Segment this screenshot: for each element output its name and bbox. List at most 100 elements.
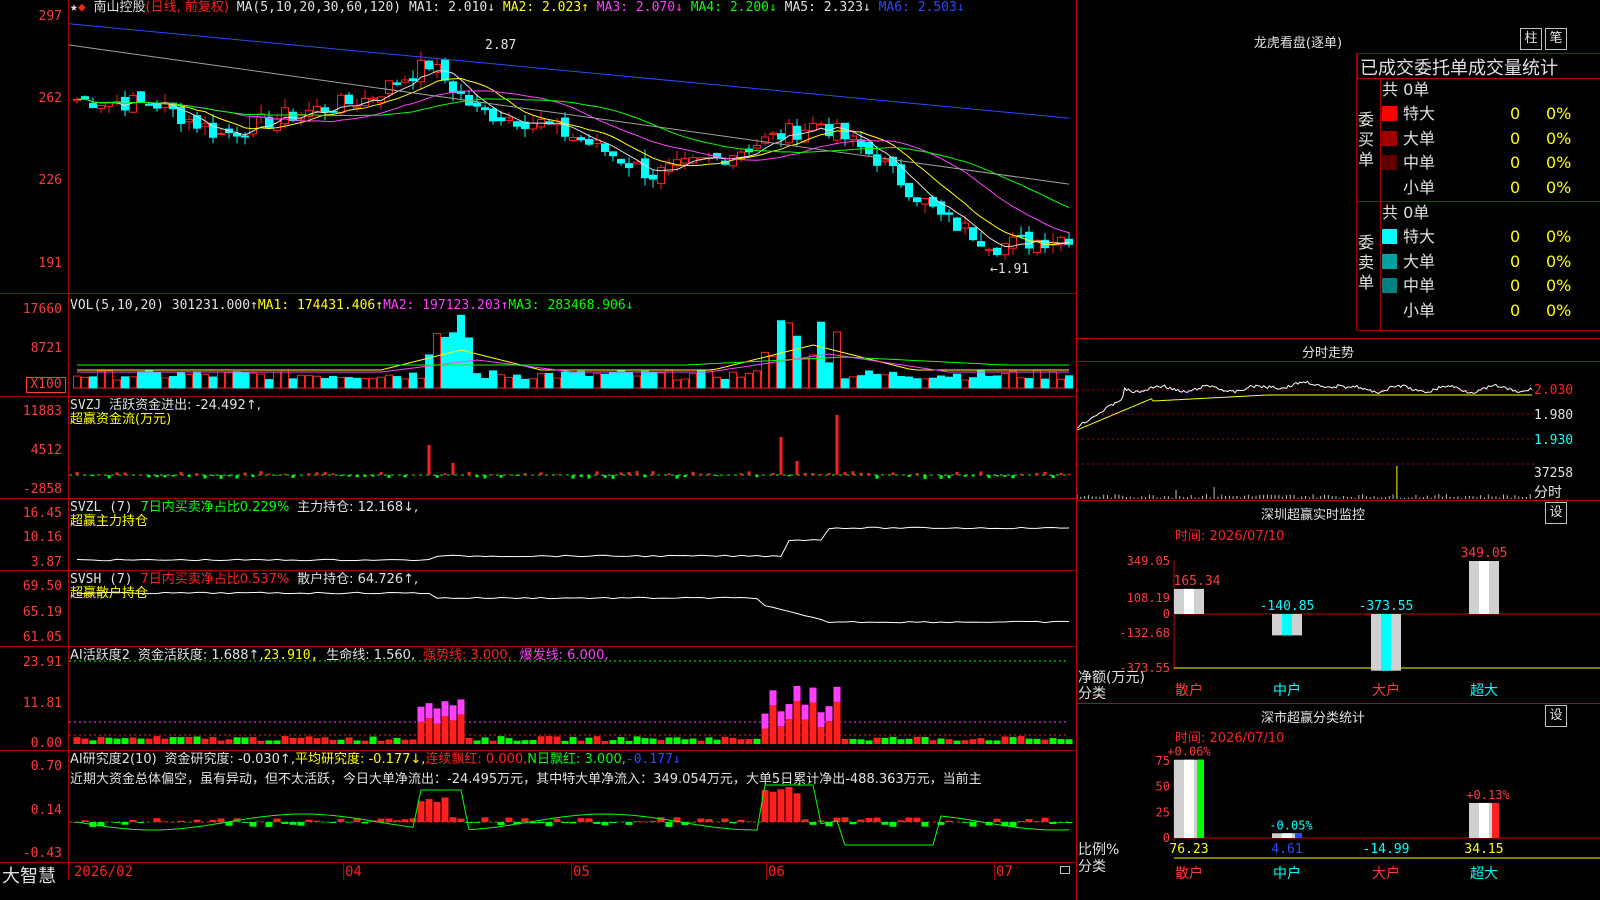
research-bar bbox=[257, 821, 265, 822]
x-axis-label: 07 bbox=[996, 864, 1013, 880]
activity-bar bbox=[945, 739, 953, 744]
favorite-star-icon[interactable]: ★ bbox=[70, 0, 78, 15]
volume-bar bbox=[569, 372, 577, 389]
activity-peak bbox=[769, 690, 777, 706]
lock-icon[interactable] bbox=[1060, 866, 1070, 874]
volume-bar bbox=[329, 375, 337, 389]
separator bbox=[1077, 338, 1600, 339]
x-axis-label: 05 bbox=[573, 864, 590, 880]
activity-bar bbox=[369, 736, 377, 744]
research-bar bbox=[385, 818, 393, 822]
volume-bar bbox=[905, 376, 913, 389]
flow-bar bbox=[891, 472, 895, 475]
volume-bar bbox=[665, 369, 673, 389]
candle bbox=[881, 159, 889, 163]
candle bbox=[345, 94, 353, 105]
color-swatch bbox=[1382, 179, 1397, 195]
activity-bar bbox=[545, 736, 553, 744]
flow-bar bbox=[1051, 475, 1055, 478]
activity-peak bbox=[785, 704, 793, 720]
sell-side-label: 委卖单 bbox=[1358, 233, 1375, 292]
candle bbox=[321, 107, 329, 113]
price-panel-header: ★◆ 南山控股(日线, 前复权) MA(5,10,20,30,60,120) M… bbox=[70, 0, 965, 16]
flow-bar bbox=[155, 475, 159, 478]
candle bbox=[201, 123, 209, 127]
candle bbox=[337, 94, 345, 113]
activity-bar bbox=[513, 740, 521, 744]
activity-bar bbox=[641, 738, 649, 744]
bar-mode-button[interactable]: 柱 bbox=[1520, 28, 1542, 50]
activity-bar bbox=[745, 739, 753, 744]
candle bbox=[441, 59, 449, 81]
candle bbox=[977, 241, 985, 247]
kline-chart[interactable] bbox=[69, 0, 1075, 862]
svzj-tick: -2858 bbox=[22, 482, 62, 497]
ma1-value: MA1: 2.010↓ bbox=[408, 0, 496, 15]
flow-bar bbox=[987, 475, 991, 479]
volume-bar bbox=[249, 372, 257, 389]
volume-bar bbox=[265, 379, 273, 389]
research-bar bbox=[585, 818, 593, 822]
flow-bar bbox=[691, 471, 695, 475]
svsh-tick: 65.19 bbox=[22, 605, 62, 620]
volume-bar bbox=[545, 372, 553, 389]
stats-border bbox=[1356, 330, 1600, 331]
activity-bar bbox=[609, 740, 617, 744]
volume-bar bbox=[97, 370, 105, 389]
svsh-label[interactable]: SVSH (7) bbox=[70, 572, 133, 587]
activity-bar bbox=[73, 737, 81, 744]
monitor-bar-highlight bbox=[1479, 561, 1489, 614]
chart-mode[interactable]: (日线, 前复权) bbox=[146, 0, 229, 15]
research-bar bbox=[993, 818, 1001, 822]
flow-bar bbox=[995, 475, 999, 477]
flow-bar bbox=[75, 471, 79, 475]
retail-holding-line bbox=[76, 591, 1070, 624]
activity-bar bbox=[793, 700, 801, 744]
monitor-bar-highlight bbox=[1381, 614, 1391, 671]
class-category: 超大 bbox=[1470, 866, 1498, 882]
vol-unit: X100 bbox=[26, 377, 66, 393]
activity-bar bbox=[425, 718, 433, 744]
buy-row-3: 小单 0 0% bbox=[1382, 176, 1600, 200]
monitor-y-tick: 108.19 bbox=[1127, 591, 1170, 605]
stock-name[interactable]: 南山控股 bbox=[93, 0, 145, 15]
flow-bar bbox=[115, 472, 119, 475]
tick-mode-button[interactable]: 笔 bbox=[1545, 28, 1567, 50]
minute-chart[interactable] bbox=[1077, 362, 1534, 499]
activity-bar bbox=[137, 738, 145, 744]
volume-bar bbox=[449, 332, 457, 389]
activity-bar bbox=[801, 719, 809, 744]
ma-params[interactable]: MA(5,10,20,30,60,120) bbox=[237, 0, 401, 15]
research-bar bbox=[801, 819, 809, 822]
research-bar bbox=[497, 822, 505, 826]
vol-label[interactable]: VOL(5,10,20) bbox=[70, 298, 164, 313]
class-settings-button[interactable]: 设 bbox=[1545, 705, 1567, 727]
ai-active-label[interactable]: AI活跃度2 bbox=[70, 648, 130, 663]
flow-bar bbox=[211, 475, 215, 477]
activity-bar bbox=[1057, 739, 1065, 744]
vol-ma3-line bbox=[77, 356, 1069, 366]
activity-bar bbox=[673, 737, 681, 744]
ai-research-label[interactable]: AI研究度2(10) bbox=[70, 752, 157, 767]
activity-bar bbox=[313, 738, 321, 744]
ma2-value: MA2: 2.023↑ bbox=[502, 0, 589, 15]
svzl-label[interactable]: SVZL (7) bbox=[70, 500, 133, 515]
flow-bar bbox=[851, 471, 855, 475]
flow-bar bbox=[187, 475, 191, 477]
monitor-settings-button[interactable]: 设 bbox=[1545, 502, 1567, 524]
svzl-tick: 16.45 bbox=[22, 506, 62, 521]
candle bbox=[145, 103, 153, 106]
volume-bar bbox=[809, 354, 817, 389]
activity-bar bbox=[753, 738, 761, 744]
ai-active-tick: 11.81 bbox=[22, 696, 62, 711]
class-value-label: 34.15 bbox=[1464, 842, 1503, 857]
flow-bar bbox=[955, 471, 959, 475]
candle bbox=[185, 118, 193, 123]
candle bbox=[233, 133, 241, 137]
volume-bar bbox=[393, 376, 401, 389]
class-category: 散户 bbox=[1175, 865, 1203, 882]
candle bbox=[753, 144, 761, 149]
activity-bar bbox=[265, 740, 273, 744]
svzj-label[interactable]: SVZJ bbox=[70, 398, 101, 413]
buy-row-2: 中单 0 0% bbox=[1382, 151, 1600, 175]
